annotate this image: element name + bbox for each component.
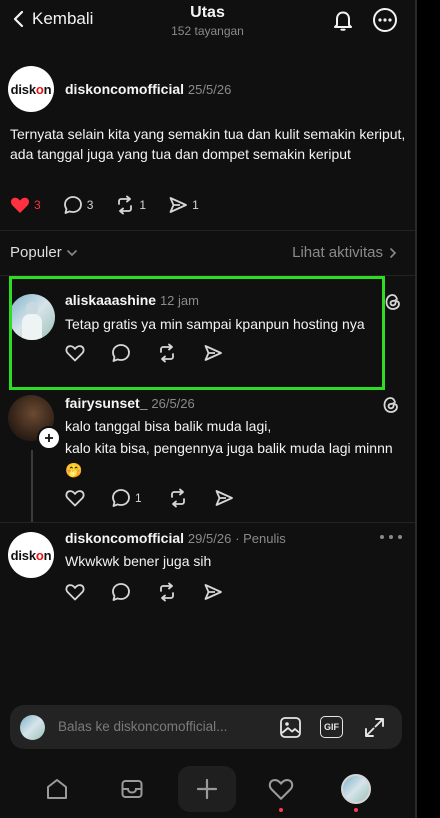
emoji: 🤭: [65, 462, 83, 478]
divider: [415, 0, 417, 818]
nav-inbox[interactable]: [115, 772, 149, 806]
more-circle-icon: [373, 8, 397, 32]
repost-count: 1: [139, 198, 147, 212]
reply-time: 29/5/26: [187, 531, 232, 546]
side-strip: [415, 0, 440, 818]
notification-dot: [354, 808, 358, 812]
reply-text-line: kalo kita bisa, pengennya juga balik mud…: [65, 440, 393, 456]
nav-home[interactable]: [40, 772, 74, 806]
send-icon: [169, 197, 187, 213]
plus-icon: [45, 434, 53, 442]
repost-button[interactable]: 1: [115, 195, 146, 215]
notification-button[interactable]: [330, 7, 356, 33]
reply-author[interactable]: fairysunset_ 26/5/26: [65, 395, 195, 411]
threads-icon[interactable]: [381, 395, 401, 415]
highlight-box: [9, 276, 385, 390]
header: Kembali Utas 152 tayangan: [0, 0, 415, 44]
sort-dropdown[interactable]: Populer: [10, 244, 78, 261]
reply-actions: 1: [65, 488, 234, 508]
send-icon[interactable]: [203, 582, 223, 602]
reply-text: Wkwkwk bener juga sih: [65, 553, 212, 569]
expand-icon[interactable]: [363, 716, 386, 739]
nav-activity[interactable]: [264, 772, 298, 806]
comment-button[interactable]: 3: [63, 195, 94, 215]
gif-label: GIF: [324, 722, 339, 732]
dot-icon: [398, 535, 402, 539]
comment-count: 1: [135, 491, 142, 505]
logo-text: diskon: [10, 81, 52, 97]
home-icon: [47, 779, 67, 799]
threads-icon[interactable]: [383, 292, 403, 312]
heart-icon[interactable]: [65, 489, 85, 507]
screen: Kembali Utas 152 tayangan diskon diskonc…: [0, 0, 415, 818]
dot-icon: [389, 535, 393, 539]
post-actions: 3 3 1 1: [10, 195, 199, 215]
dot-icon: [380, 535, 384, 539]
notification-dot: [279, 808, 283, 812]
comment-button[interactable]: 1: [111, 488, 142, 508]
repost-icon: [118, 195, 133, 215]
repost-icon[interactable]: [168, 488, 188, 508]
heart-icon: [268, 779, 294, 800]
reply-actions: [65, 582, 223, 602]
author-badge: · Penulis: [235, 531, 286, 546]
chevron-down-icon: [66, 249, 77, 256]
logo-text: diskon: [10, 547, 52, 563]
post-text: Ternyata selain kita yang semakin tua da…: [10, 126, 406, 162]
avatar-diskoncom[interactable]: diskon: [8, 532, 54, 578]
share-button[interactable]: 1: [168, 195, 199, 215]
like-button[interactable]: 3: [10, 196, 41, 214]
comment-icon: [112, 489, 130, 507]
nav-profile[interactable]: [341, 774, 371, 804]
comment-icon[interactable]: [111, 582, 131, 602]
reply-text-line: kalo tanggal bisa balik muda lagi,: [65, 418, 272, 434]
sort-label: Populer: [10, 244, 62, 261]
post-author[interactable]: diskoncomofficial 25/5/26: [65, 81, 231, 97]
repost-icon[interactable]: [157, 582, 177, 602]
inbox-icon: [121, 780, 143, 798]
reply-text: kalo tanggal bisa balik muda lagi, kalo …: [65, 416, 410, 480]
reply-composer[interactable]: Balas ke diskoncomofficial... GIF: [10, 705, 402, 749]
reply-author[interactable]: diskoncomofficial 29/5/26 · Penulis: [65, 530, 286, 546]
view-activity-label: Lihat aktivitas: [292, 244, 383, 261]
reply-input[interactable]: Balas ke diskoncomofficial...: [58, 719, 227, 734]
post-date: 25/5/26: [187, 82, 232, 97]
like-count: 3: [34, 198, 41, 212]
avatar-own: [20, 715, 45, 740]
more-options-button[interactable]: [380, 530, 402, 544]
new-post-button[interactable]: [178, 766, 236, 812]
heart-icon[interactable]: [65, 583, 85, 601]
thread-connector: [31, 450, 33, 522]
view-activity-link[interactable]: Lihat aktivitas: [292, 244, 397, 261]
send-icon[interactable]: [214, 488, 234, 508]
gif-button[interactable]: GIF: [320, 716, 343, 738]
divider: [0, 230, 415, 231]
plus-icon: [196, 778, 218, 800]
comment-icon: [63, 196, 82, 214]
share-count: 1: [192, 198, 199, 212]
follow-button[interactable]: [37, 426, 61, 450]
comment-count: 3: [86, 198, 94, 212]
image-icon[interactable]: [279, 716, 302, 739]
bell-icon: [334, 11, 352, 31]
avatar-diskoncom[interactable]: diskon: [8, 66, 54, 112]
heart-filled-icon: [10, 197, 30, 213]
chevron-right-icon: [390, 247, 397, 258]
reply-time: 26/5/26: [151, 396, 195, 411]
more-options-button[interactable]: [372, 7, 398, 33]
divider: [0, 522, 415, 523]
